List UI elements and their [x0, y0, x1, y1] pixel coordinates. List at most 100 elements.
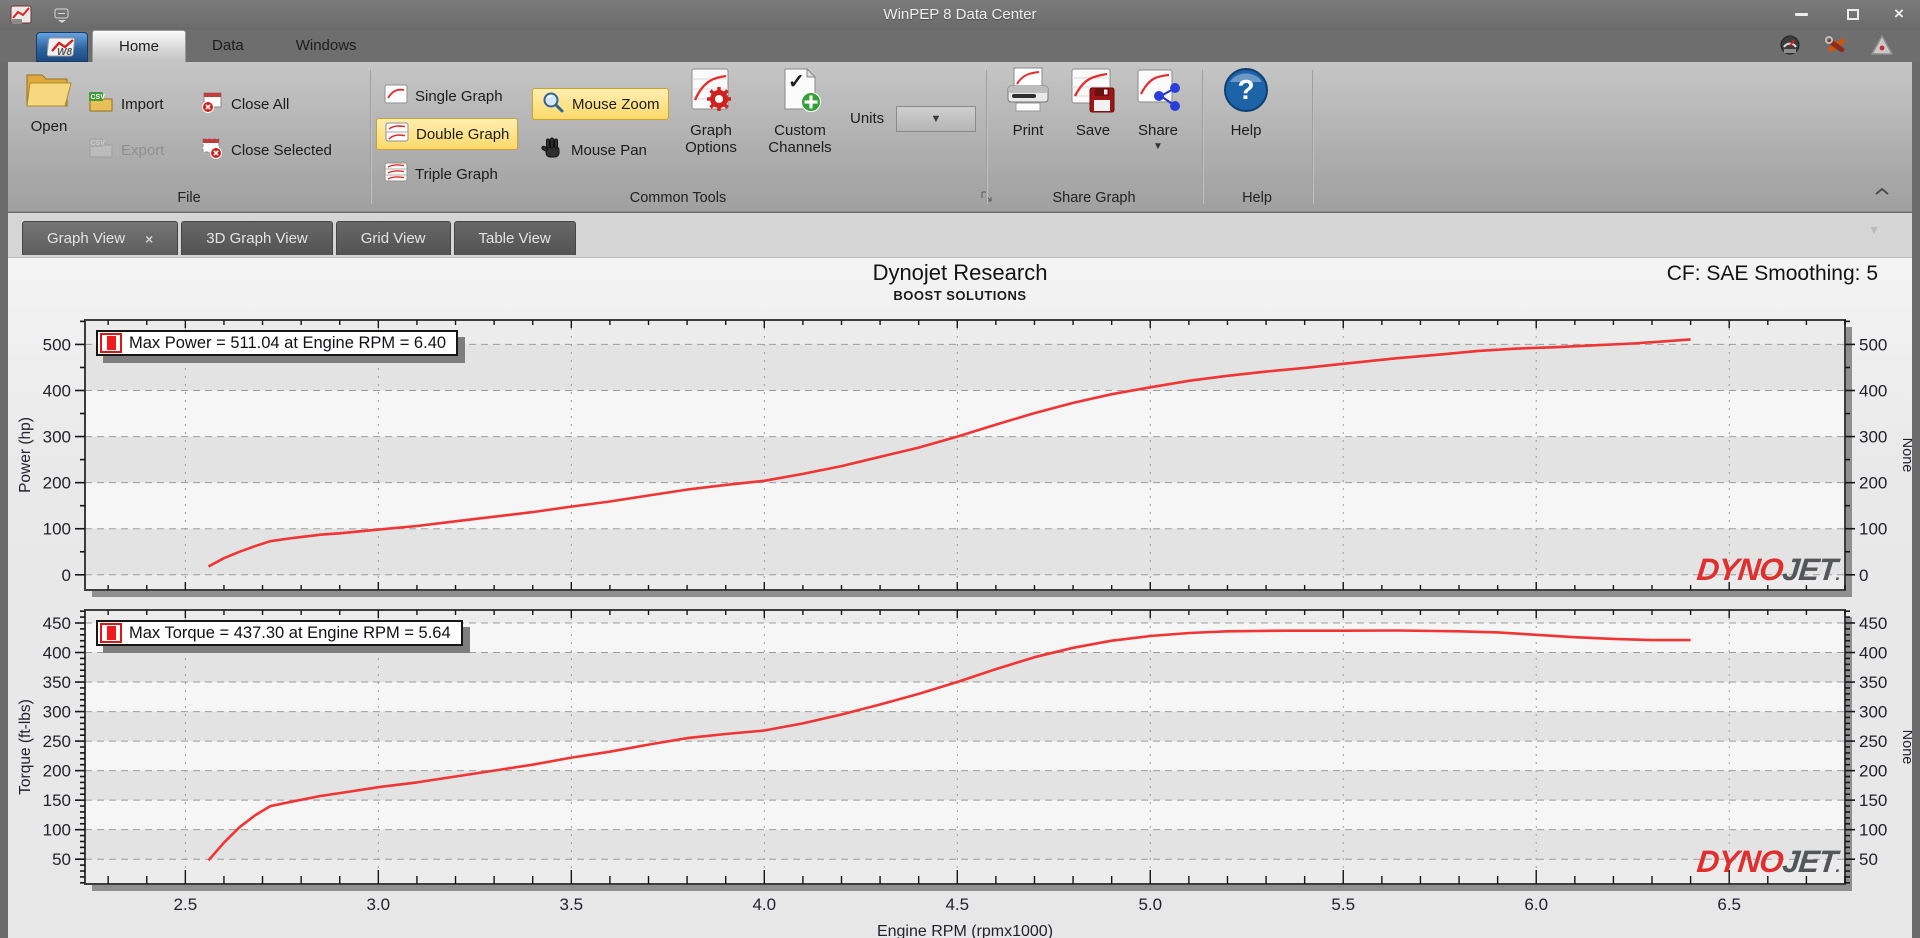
svg-text:150: 150 [43, 791, 71, 810]
svg-text:200: 200 [43, 474, 71, 493]
svg-text:450: 450 [43, 614, 71, 633]
svg-text:6.0: 6.0 [1524, 895, 1548, 914]
svg-text:100: 100 [43, 821, 71, 840]
view-tab-grid-view[interactable]: Grid View [335, 221, 451, 255]
maximize-button[interactable] [1838, 3, 1868, 25]
magnifier-icon [541, 91, 565, 117]
units-dropdown[interactable]: ▼ [896, 106, 976, 132]
mouse-zoom-button[interactable]: Mouse Zoom [532, 88, 669, 120]
svg-text:50: 50 [1859, 850, 1878, 869]
dyno-charts[interactable]: 0 0 100 100 200 200 300 300 400 400 500 500 Power (h… [8, 258, 1912, 938]
status-tray-icons [1778, 34, 1894, 61]
view-tab-graph-view[interactable]: Graph View × [22, 221, 179, 256]
svg-text:CSV: CSV [91, 140, 106, 147]
graph-options-button[interactable]: Graph Options [678, 66, 744, 156]
minimize-button[interactable] [1786, 3, 1816, 25]
share-button[interactable]: Share ▼ [1128, 66, 1188, 152]
gauge-icon[interactable] [1778, 34, 1802, 61]
svg-text:450: 450 [1859, 614, 1887, 633]
torque-legend-text: Max Torque = 437.30 at Engine RPM = 5.64 [129, 623, 451, 642]
export-button[interactable]: CSV Export [80, 134, 172, 166]
ribbon-tab-row: W8 Home Data Windows [0, 30, 1920, 62]
svg-text:300: 300 [1859, 428, 1887, 447]
custom-channels-icon: ✓ [775, 66, 825, 118]
view-tab-label: Table View [478, 229, 551, 247]
tools-icon[interactable] [1824, 34, 1848, 61]
svg-text:100: 100 [43, 520, 71, 539]
open-button[interactable]: Open [18, 66, 80, 135]
svg-text:Torque (ft-lbs): Torque (ft-lbs) [17, 699, 34, 795]
single-graph-icon [384, 84, 408, 108]
warning-icon[interactable] [1870, 34, 1894, 61]
import-csv-icon: CSV [88, 91, 114, 117]
svg-text:4.5: 4.5 [945, 895, 969, 914]
view-tab-table-view[interactable]: Table View [453, 221, 576, 255]
close-tab-icon[interactable]: × [145, 222, 153, 256]
triple-graph-icon [384, 162, 408, 186]
svg-text:200: 200 [1859, 474, 1887, 493]
svg-text:2.5: 2.5 [174, 895, 198, 914]
share-dropdown-caret[interactable]: ▼ [1153, 141, 1163, 152]
close-button[interactable]: × [1884, 3, 1914, 25]
help-group-label: Help [1242, 190, 1272, 206]
graph-view-panel: Dynojet Research BOOST SOLUTIONS CF: SAE… [8, 257, 1912, 938]
share-icon [1133, 66, 1183, 118]
save-icon [1068, 66, 1118, 118]
units-label: Units [850, 110, 885, 127]
svg-text:350: 350 [1859, 673, 1887, 692]
view-tab-label: Graph View [47, 229, 126, 247]
svg-text:400: 400 [43, 644, 71, 663]
svg-text:5.0: 5.0 [1138, 895, 1162, 914]
svg-text:500: 500 [43, 335, 71, 354]
double-graph-icon [385, 122, 409, 146]
ribbon-tab-windows[interactable]: Windows [270, 30, 383, 62]
svg-text:200: 200 [1859, 762, 1887, 781]
svg-text:CSV: CSV [91, 94, 106, 101]
ribbon-tab-home[interactable]: Home [92, 30, 187, 62]
application-menu-button[interactable]: W8 [36, 32, 88, 62]
mouse-pan-button[interactable]: Mouse Pan [532, 134, 655, 166]
svg-text:3.0: 3.0 [367, 895, 391, 914]
view-tab-3d-graph-view[interactable]: 3D Graph View [181, 221, 333, 255]
graph-options-icon [686, 66, 736, 118]
double-graph-button[interactable]: Double Graph [376, 118, 519, 150]
svg-text:6.5: 6.5 [1717, 895, 1741, 914]
close-selected-button[interactable]: Close Selected [192, 134, 340, 166]
svg-text:300: 300 [43, 703, 71, 722]
close-all-button[interactable]: Close All [192, 88, 297, 120]
save-button[interactable]: Save [1064, 66, 1122, 139]
svg-text:?: ? [1237, 74, 1254, 105]
svg-text:0: 0 [1859, 566, 1868, 585]
export-csv-icon: CSV [88, 137, 114, 163]
ribbon-tab-data[interactable]: Data [186, 30, 270, 62]
ribbon-tabs: Home Data Windows [92, 30, 383, 62]
common-tools-group-label: Common Tools [629, 190, 727, 206]
power-legend: Max Power = 511.04 at Engine RPM = 6.40 [96, 330, 459, 356]
svg-text:250: 250 [43, 732, 71, 751]
power-series-swatch [100, 333, 122, 353]
view-tab-label: Grid View [360, 229, 426, 247]
import-button[interactable]: CSV Import [80, 88, 172, 120]
svg-text:400: 400 [1859, 381, 1887, 400]
view-tabs: Graph View × 3D Graph View Grid View Table V… [22, 221, 576, 255]
svg-text:5.5: 5.5 [1331, 895, 1355, 914]
title-bar: WinPEP 8 Data Center × [0, 0, 1920, 30]
view-tab-label: 3D Graph View [206, 229, 308, 247]
collapse-ribbon-icon[interactable] [1874, 183, 1890, 201]
torque-legend: Max Torque = 437.30 at Engine RPM = 5.64 [96, 620, 463, 646]
close-selected-icon [200, 137, 224, 163]
svg-text:400: 400 [1859, 644, 1887, 663]
svg-text:150: 150 [1859, 791, 1887, 810]
torque-series-swatch [100, 623, 122, 643]
svg-text:W8: W8 [57, 47, 72, 58]
triple-graph-button[interactable]: Triple Graph [376, 158, 506, 190]
single-graph-button[interactable]: Single Graph [376, 80, 511, 112]
hand-icon [540, 137, 564, 163]
custom-channels-button[interactable]: ✓ Custom Channels [760, 66, 840, 156]
print-button[interactable]: Print [998, 66, 1058, 139]
help-button[interactable]: ? Help [1216, 66, 1276, 139]
tabstrip-dropdown-icon[interactable]: ▼ [1868, 223, 1880, 237]
dynojet-watermark: DYNOJET. [1694, 844, 1841, 879]
file-group-label: File [177, 190, 201, 206]
share-graph-group-label: Share Graph [1052, 190, 1136, 206]
